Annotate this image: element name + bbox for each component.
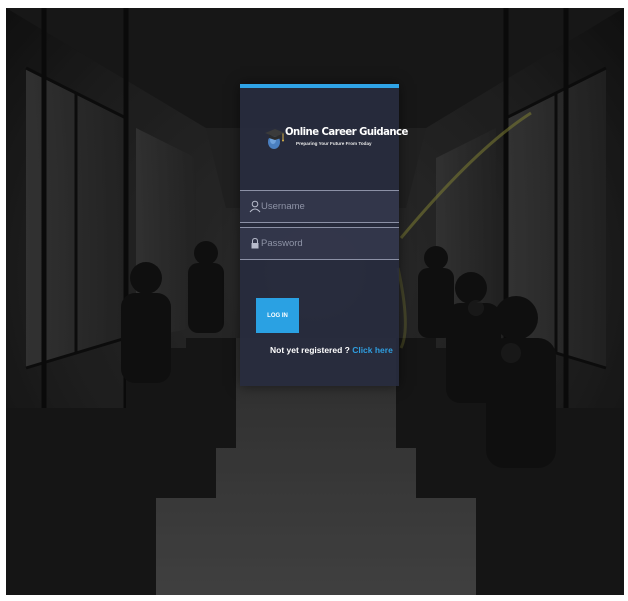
user-icon — [249, 200, 261, 213]
password-input[interactable] — [261, 234, 391, 253]
register-link[interactable]: Click here — [352, 345, 393, 355]
logo-title: Online Career Guidance — [285, 125, 408, 138]
username-input[interactable] — [261, 197, 391, 216]
card-accent-bar — [240, 84, 399, 88]
password-field — [240, 227, 399, 260]
graduation-cap-icon — [265, 129, 285, 149]
username-field — [240, 190, 399, 223]
logo: Online Career Guidance Preparing Your Fu… — [264, 120, 408, 160]
login-card: Online Career Guidance Preparing Your Fu… — [240, 84, 408, 386]
register-prompt-text: Not yet registered ? — [270, 345, 353, 355]
register-prompt: Not yet registered ? Click here — [270, 345, 393, 355]
login-page: Online Career Guidance Preparing Your Fu… — [6, 8, 624, 595]
login-button[interactable]: LOG IN — [256, 298, 299, 333]
lock-icon — [251, 237, 259, 249]
logo-tagline: Preparing Your Future From Today — [296, 141, 372, 146]
